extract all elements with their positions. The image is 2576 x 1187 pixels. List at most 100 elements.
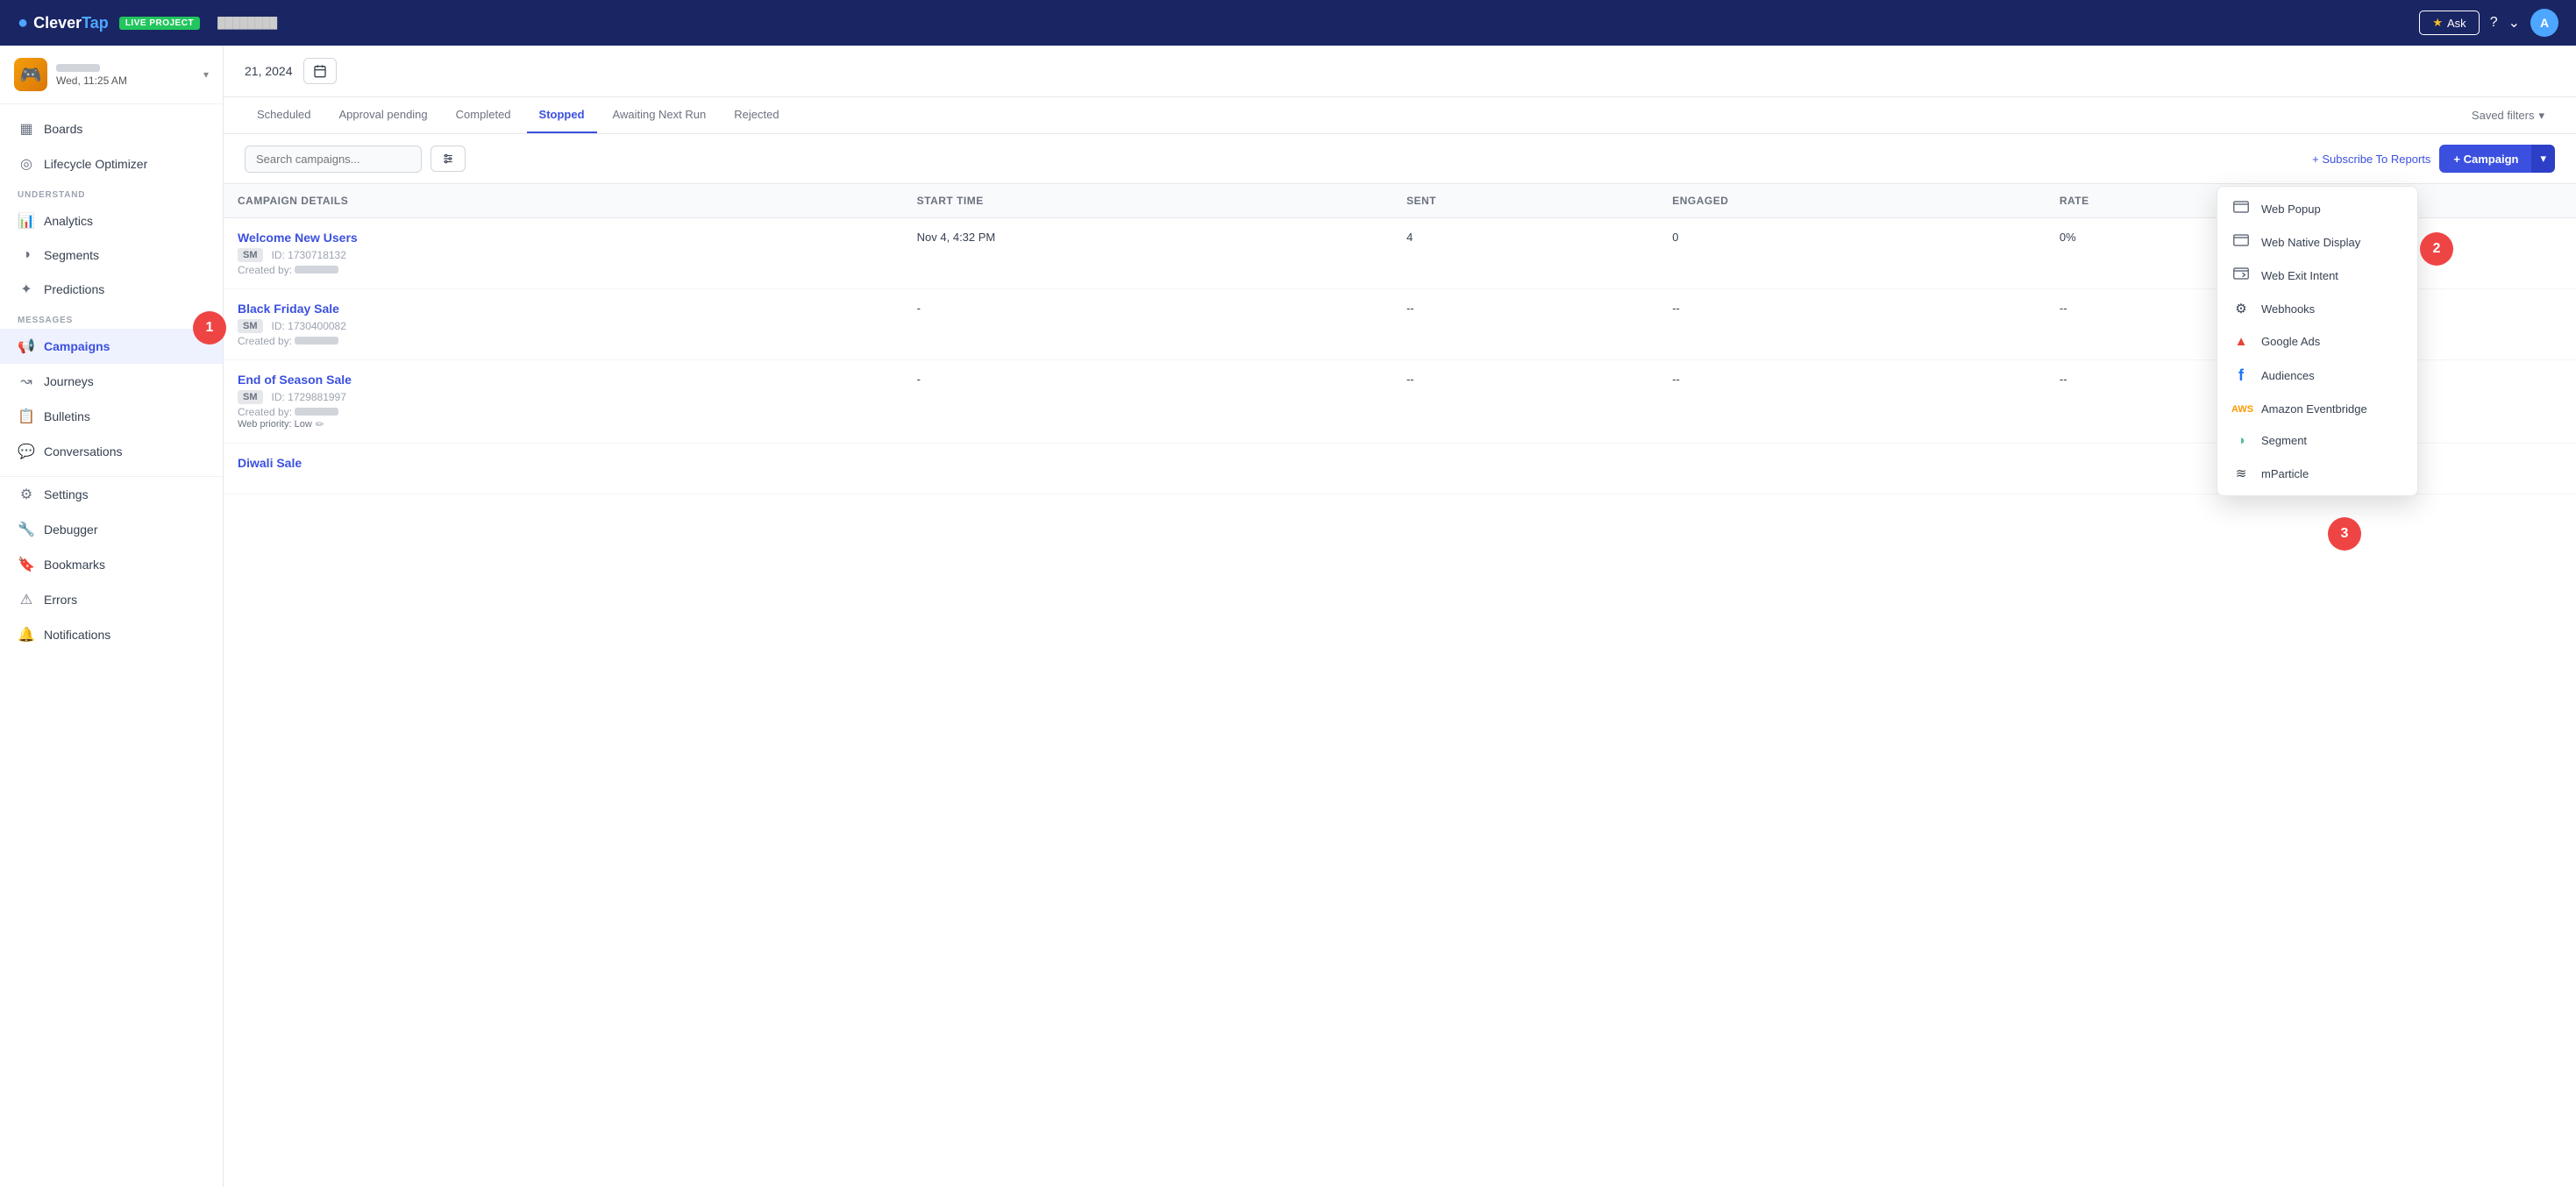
dropdown-item-amazon-eventbridge[interactable]: AWS Amazon Eventbridge (2217, 394, 2417, 424)
sidebar-item-label: Lifecycle Optimizer (44, 157, 147, 171)
campaign-name-link[interactable]: Welcome New Users (238, 231, 358, 245)
sidebar-item-notifications[interactable]: 🔔 Notifications (0, 617, 223, 652)
sidebar-item-label: Notifications (44, 628, 110, 642)
filter-button[interactable] (431, 146, 466, 172)
journeys-icon: ↝ (18, 373, 35, 390)
sidebar-item-campaigns[interactable]: 📢 Campaigns (0, 329, 223, 364)
priority-tag: Web priority: Low ✏ (238, 418, 889, 430)
campaign-button-group: + Campaign ▾ (2439, 145, 2555, 173)
live-badge: LIVE PROJECT (119, 17, 200, 30)
ask-button[interactable]: ★ Ask (2419, 11, 2479, 35)
sidebar-item-bookmarks[interactable]: 🔖 Bookmarks (0, 547, 223, 582)
tab-completed[interactable]: Completed (444, 97, 523, 133)
sent-cell: 4 (1392, 218, 1658, 289)
subscribe-to-reports-button[interactable]: + Subscribe To Reports (2312, 153, 2430, 166)
user-avatar[interactable]: A (2530, 9, 2558, 37)
dropdown-item-label: Web Native Display (2261, 236, 2360, 249)
sent-cell (1392, 444, 1658, 494)
step-badge-3: 3 (2328, 517, 2361, 551)
engaged-cell (1658, 444, 2046, 494)
sidebar-item-lifecycle[interactable]: ◎ Lifecycle Optimizer (0, 146, 223, 181)
saved-filters-chevron-icon: ▾ (2538, 109, 2544, 123)
app-body: 🎮 Wed, 11:25 AM ▾ ▦ Boards ◎ Lifecycle O… (0, 46, 2576, 1187)
sidebar-profile[interactable]: 🎮 Wed, 11:25 AM ▾ (0, 46, 223, 104)
table-toolbar: + Subscribe To Reports + Campaign ▾ (224, 134, 2576, 184)
sidebar-item-analytics[interactable]: 📊 Analytics (0, 203, 223, 238)
campaign-name-link[interactable]: Black Friday Sale (238, 302, 339, 316)
sidebar-item-bulletins[interactable]: 📋 Bulletins (0, 399, 223, 434)
sidebar-item-debugger[interactable]: 🔧 Debugger (0, 512, 223, 547)
sidebar-item-label: Campaigns (44, 339, 110, 353)
star-icon: ★ (2432, 16, 2443, 30)
sidebar-item-label: Predictions (44, 282, 104, 296)
campaign-type-badge: SM (238, 319, 263, 333)
campaign-btn-label: + Campaign (2453, 153, 2518, 166)
engaged-cell: -- (1658, 289, 2046, 360)
calendar-button[interactable] (303, 58, 337, 84)
main-content: 21, 2024 Scheduled Approval pending Comp… (224, 46, 2576, 1187)
campaign-id: ID: 1730400082 (272, 320, 346, 332)
debugger-icon: 🔧 (18, 521, 35, 538)
campaign-details-cell: Diwali Sale (224, 444, 903, 494)
notifications-icon: 🔔 (18, 626, 35, 643)
campaign-name-link[interactable]: Diwali Sale (238, 456, 302, 470)
sidebar-item-settings[interactable]: ⚙ Settings (0, 477, 223, 512)
sidebar-item-errors[interactable]: ⚠ Errors (0, 582, 223, 617)
tab-approval-pending[interactable]: Approval pending (326, 97, 439, 133)
sidebar-item-segments[interactable]: ◑ Segments (0, 238, 223, 272)
top-navigation: ● CleverTap LIVE PROJECT ████████ ★ Ask … (0, 0, 2576, 46)
google-ads-icon: ▲ (2231, 334, 2251, 349)
logo-name: CleverTap (33, 14, 109, 32)
help-icon[interactable]: ? (2490, 15, 2498, 31)
ask-label: Ask (2447, 17, 2466, 30)
campaign-name-link[interactable]: End of Season Sale (238, 373, 352, 387)
dropdown-item-web-native-display[interactable]: Web Native Display (2217, 225, 2417, 259)
search-input[interactable] (245, 146, 422, 173)
campaign-details-cell: Black Friday Sale SM ID: 1730400082 Crea… (224, 289, 903, 360)
toolbar-right: + Subscribe To Reports + Campaign ▾ (2312, 145, 2555, 173)
created-by: Created by: (238, 406, 889, 418)
web-native-display-icon (2231, 234, 2251, 250)
tab-rejected[interactable]: Rejected (722, 97, 791, 133)
dropdown-item-mparticle[interactable]: ≋ mParticle (2217, 457, 2417, 490)
predictions-icon: ✦ (18, 281, 35, 298)
segment-icon: ◑ (2231, 433, 2251, 448)
sidebar-item-label: Bookmarks (44, 558, 105, 572)
sidebar-item-predictions[interactable]: ✦ Predictions (0, 272, 223, 307)
nav-dropdown-arrow[interactable]: ⌄ (2508, 14, 2520, 32)
tab-scheduled[interactable]: Scheduled (245, 97, 323, 133)
tab-stopped[interactable]: Stopped (527, 97, 597, 133)
saved-filters-label: Saved filters (2472, 109, 2535, 122)
bulletins-icon: 📋 (18, 408, 35, 425)
settings-icon: ⚙ (18, 486, 35, 503)
created-by: Created by: (238, 335, 889, 347)
engaged-cell: 0 (1658, 218, 2046, 289)
content-header: 21, 2024 (224, 46, 2576, 97)
sidebar-item-boards[interactable]: ▦ Boards (0, 111, 223, 146)
profile-chevron-icon[interactable]: ▾ (203, 68, 209, 81)
saved-filters-dropdown[interactable]: Saved filters ▾ (2461, 102, 2555, 130)
add-campaign-button[interactable]: + Campaign (2439, 145, 2532, 173)
topnav-right: ★ Ask ? ⌄ A (2419, 9, 2558, 37)
dropdown-item-label: Web Popup (2261, 203, 2321, 216)
dropdown-item-web-popup[interactable]: Web Popup (2217, 192, 2417, 225)
campaign-dropdown-toggle[interactable]: ▾ (2531, 145, 2555, 173)
sidebar-item-journeys[interactable]: ↝ Journeys (0, 364, 223, 399)
dropdown-item-audiences[interactable]: f Audiences (2217, 358, 2417, 394)
dropdown-item-google-ads[interactable]: ▲ Google Ads (2217, 325, 2417, 358)
dropdown-item-label: Segment (2261, 434, 2307, 447)
sidebar-item-conversations[interactable]: 💬 Conversations (0, 434, 223, 469)
campaign-type-badge: SM (238, 390, 263, 404)
mparticle-icon: ≋ (2231, 466, 2251, 481)
step-badge-1: 1 (193, 311, 226, 345)
profile-info: Wed, 11:25 AM (56, 62, 195, 87)
profile-icon: 🎮 (14, 58, 47, 91)
audiences-icon: f (2231, 366, 2251, 385)
dropdown-item-webhooks[interactable]: ⚙ Webhooks (2217, 292, 2417, 325)
engaged-cell: -- (1658, 360, 2046, 444)
dropdown-item-web-exit-intent[interactable]: Web Exit Intent (2217, 259, 2417, 292)
tab-awaiting-next-run[interactable]: Awaiting Next Run (601, 97, 719, 133)
edit-priority-icon[interactable]: ✏ (316, 418, 324, 430)
start-time-cell: - (903, 289, 1392, 360)
dropdown-item-segment[interactable]: ◑ Segment (2217, 424, 2417, 457)
